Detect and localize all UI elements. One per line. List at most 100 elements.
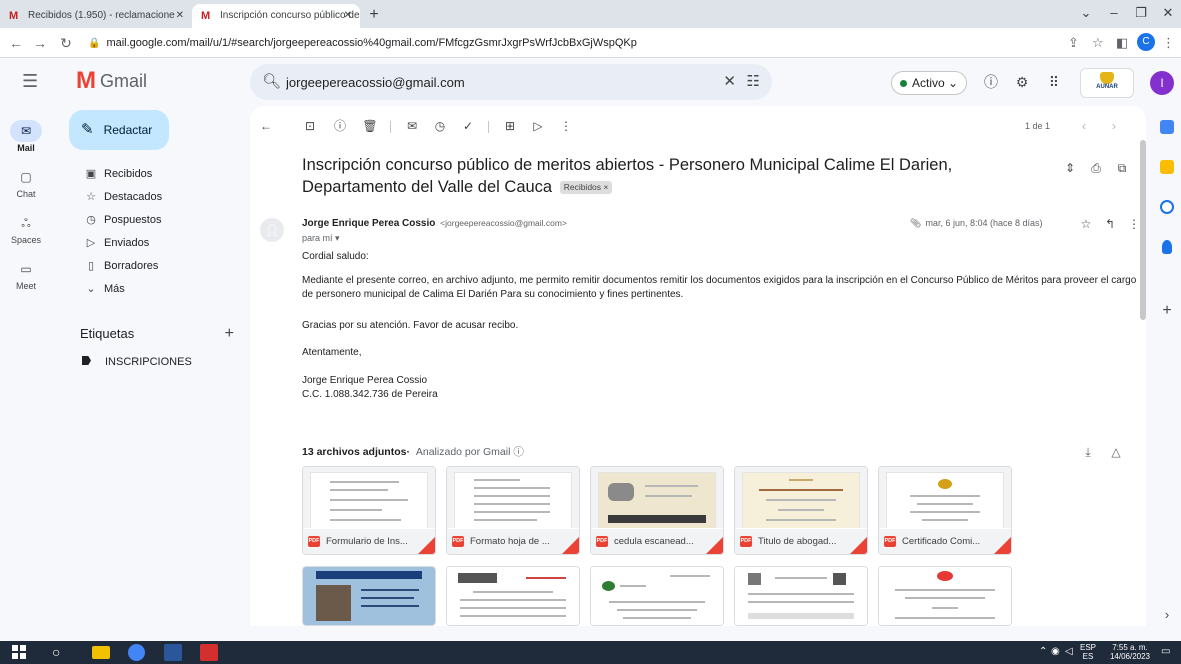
- print-icon[interactable]: ⎙: [1086, 158, 1106, 178]
- restore-icon[interactable]: ❐: [1130, 3, 1152, 23]
- attachment-card[interactable]: PDF Formulario de Ins...: [302, 466, 436, 555]
- search-options-icon[interactable]: ☷: [747, 72, 760, 90]
- url-field[interactable]: 🔒 mail.google.com/mail/u/1/#search/jorgee…: [88, 32, 988, 54]
- clear-search-icon[interactable]: ✕: [723, 72, 736, 90]
- word-icon[interactable]: [164, 644, 182, 661]
- file-explorer-icon[interactable]: [92, 646, 110, 659]
- nav-item-sent[interactable]: ▷ Enviados: [60, 232, 240, 255]
- attachment-card[interactable]: PDF Certificado Comi...: [878, 466, 1012, 555]
- attachment-card[interactable]: [590, 566, 724, 626]
- new-tab-button[interactable]: +: [363, 4, 385, 26]
- add-to-drive-icon[interactable]: △: [1108, 444, 1124, 460]
- snooze-icon[interactable]: ◷: [430, 116, 450, 136]
- main-menu-icon[interactable]: ☰: [22, 72, 38, 90]
- recipient-dropdown[interactable]: para mí ▾: [302, 231, 340, 245]
- email-scrollbar[interactable]: [1140, 140, 1146, 320]
- language-indicator[interactable]: ESP ES: [1079, 643, 1097, 661]
- windows-start-icon[interactable]: [12, 644, 30, 661]
- collapse-icon[interactable]: ⇕: [1060, 158, 1080, 178]
- add-apps-icon[interactable]: +: [1158, 302, 1176, 320]
- forward-icon[interactable]: →: [30, 33, 50, 53]
- scan-status[interactable]: Analizado por Gmail ⓘ: [416, 446, 524, 458]
- back-icon[interactable]: ←: [6, 33, 26, 53]
- back-to-list-icon[interactable]: ←: [256, 116, 276, 136]
- label-as-icon[interactable]: ▷: [528, 116, 548, 136]
- nav-item-snoozed[interactable]: ◷ Pospuestos: [60, 209, 240, 232]
- share-icon[interactable]: ⇪: [1068, 33, 1079, 53]
- attachment-card[interactable]: PDF Titulo de abogad...: [734, 466, 868, 555]
- notifications-icon[interactable]: ▭: [1161, 646, 1170, 657]
- profile-button[interactable]: C: [1137, 33, 1155, 53]
- add-task-icon[interactable]: ✓: [458, 116, 478, 136]
- organization-badge[interactable]: AUNAR: [1080, 68, 1134, 98]
- volume-icon[interactable]: ◁: [1065, 646, 1073, 657]
- network-icon[interactable]: ◉: [1051, 646, 1060, 657]
- taskbar-search-icon[interactable]: ○: [52, 644, 70, 661]
- gmail-logo[interactable]: M Gmail: [76, 69, 147, 94]
- gmail-icon: M: [9, 10, 19, 22]
- tray-expand-icon[interactable]: ⌃: [1039, 646, 1047, 657]
- user-avatar[interactable]: I: [1150, 71, 1174, 95]
- status-dropdown[interactable]: Activo ⌄: [891, 71, 967, 95]
- help-icon[interactable]: ⓘ: [981, 72, 1001, 92]
- mark-unread-icon[interactable]: ✉: [402, 116, 422, 136]
- move-to-icon[interactable]: ⊞: [500, 116, 520, 136]
- report-spam-icon[interactable]: ⓘ: [330, 116, 350, 136]
- sender-name[interactable]: Jorge Enrique Perea Cossio: [302, 218, 435, 229]
- keep-icon[interactable]: [1160, 160, 1174, 174]
- toolbar-divider: [488, 121, 489, 133]
- contacts-icon[interactable]: [1162, 240, 1172, 254]
- next-email-icon[interactable]: ›: [1106, 116, 1122, 136]
- attachment-card[interactable]: PDF cedula escanead...: [590, 466, 724, 555]
- nav-item-more[interactable]: ⌄ Más: [60, 278, 240, 301]
- more-vert-icon[interactable]: ⋮: [1162, 33, 1175, 53]
- reload-icon[interactable]: ↻: [56, 33, 76, 53]
- label-item-inscripciones[interactable]: INSCRIPCIONES: [78, 351, 248, 373]
- close-icon[interactable]: ✕: [344, 4, 352, 28]
- acrobat-icon[interactable]: [200, 644, 218, 661]
- more-actions-icon[interactable]: ⋮: [556, 116, 576, 136]
- chrome-icon[interactable]: [128, 644, 145, 661]
- nav-item-inbox[interactable]: ▣ Recibidos: [60, 163, 240, 186]
- apps-grid-icon[interactable]: ⠿: [1044, 72, 1064, 92]
- star-icon[interactable]: ☆: [1078, 216, 1094, 232]
- attachment-card[interactable]: PDF Formato hoja de ...: [446, 466, 580, 555]
- search-icon[interactable]: 🔍︎: [262, 72, 281, 90]
- search-input[interactable]: [286, 71, 706, 93]
- rail-item-meet[interactable]: ▭ Meet: [0, 258, 52, 291]
- attachment-thumbnail: [879, 467, 1011, 528]
- settings-gear-icon[interactable]: ⚙: [1012, 72, 1032, 92]
- show-side-panel-icon[interactable]: ›: [1158, 606, 1176, 624]
- calendar-icon[interactable]: [1160, 120, 1174, 134]
- reply-icon[interactable]: ↰: [1102, 216, 1118, 232]
- open-new-window-icon[interactable]: ⧉: [1112, 158, 1132, 178]
- attachment-card[interactable]: [446, 566, 580, 626]
- chevron-down-icon[interactable]: ⌄: [1075, 3, 1097, 23]
- inbox-label-chip[interactable]: Recibidos ×: [559, 181, 613, 194]
- archive-icon[interactable]: ⊡: [300, 116, 320, 136]
- add-label-icon[interactable]: +: [225, 324, 234, 344]
- nav-item-starred[interactable]: ☆ Destacados: [60, 186, 240, 209]
- prev-email-icon[interactable]: ‹: [1076, 116, 1092, 136]
- rail-item-chat[interactable]: ▢ Chat: [0, 166, 52, 199]
- compose-button[interactable]: ✎ Redactar: [69, 110, 169, 150]
- attachment-name: Formulario de Ins...: [326, 536, 408, 547]
- close-window-icon[interactable]: ✕: [1157, 3, 1179, 23]
- side-panel-icon[interactable]: ◧: [1116, 33, 1128, 53]
- minimize-icon[interactable]: –: [1103, 3, 1125, 23]
- attachment-card[interactable]: [734, 566, 868, 626]
- attachment-card[interactable]: [302, 566, 436, 626]
- system-tray: ⌃ ◉ ◁ ESP ES 7:55 a. m. 14/06/2023 ▭: [1039, 641, 1175, 664]
- bookmark-star-icon[interactable]: ☆: [1092, 33, 1104, 53]
- rail-item-spaces[interactable]: ஃ Spaces: [0, 212, 52, 245]
- clock[interactable]: 7:55 a. m. 14/06/2023: [1105, 643, 1155, 661]
- tasks-icon[interactable]: [1160, 200, 1174, 214]
- browser-tab-inbox[interactable]: M Recibidos (1.950) - reclamacione ✕: [0, 4, 192, 28]
- browser-tab-active[interactable]: M Inscripción concurso público de ✕: [192, 4, 360, 28]
- rail-item-mail[interactable]: ✉ Mail: [0, 120, 52, 153]
- nav-item-drafts[interactable]: ▯ Borradores: [60, 255, 240, 278]
- close-icon[interactable]: ✕: [176, 4, 184, 28]
- download-all-icon[interactable]: ⤓: [1080, 444, 1096, 460]
- delete-icon[interactable]: 🗑︎: [360, 116, 380, 136]
- attachment-card[interactable]: [878, 566, 1012, 626]
